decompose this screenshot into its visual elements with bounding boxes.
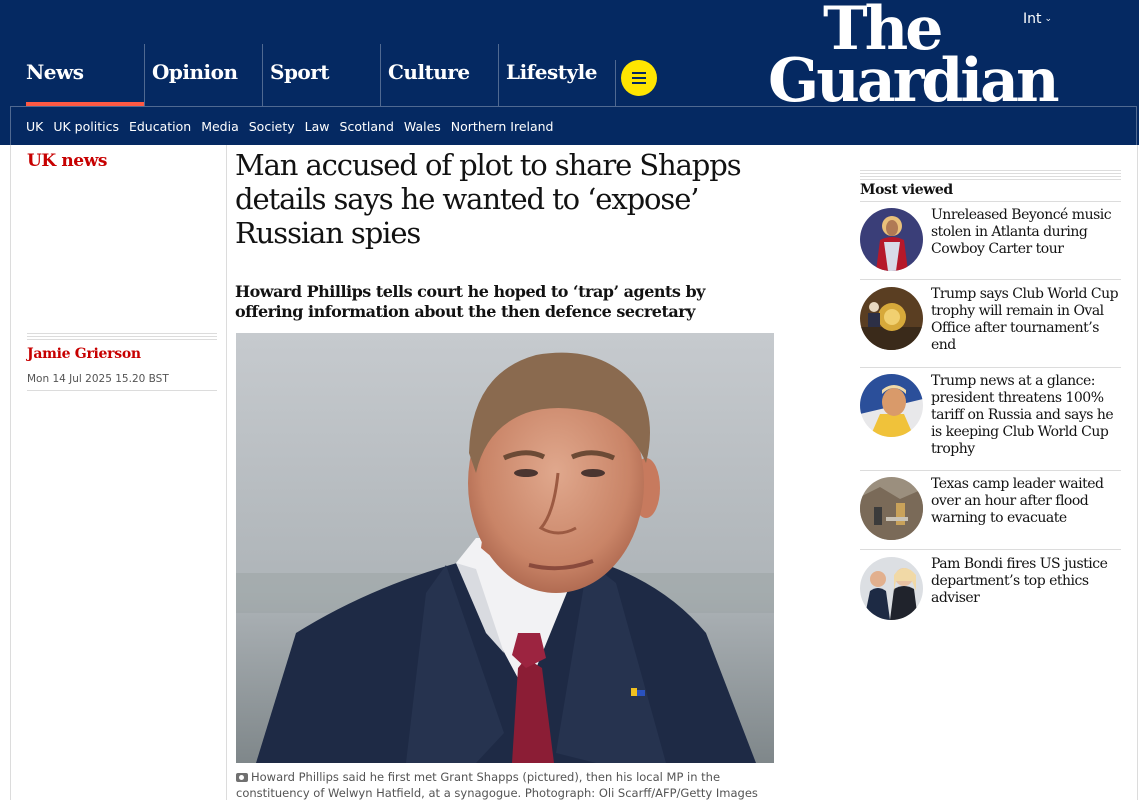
most-viewed-thumbnail <box>860 208 923 271</box>
most-viewed-thumbnail <box>860 557 923 620</box>
most-viewed-headline: Pam Bondi fires US justice department’s … <box>931 556 1108 606</box>
most-viewed-item[interactable]: Unreleased Beyoncé music stolen in Atlan… <box>860 207 1121 271</box>
subnav: UK UK politics Education Media Society L… <box>10 106 1137 145</box>
subnav-northern-ireland[interactable]: Northern Ireland <box>451 119 554 134</box>
most-viewed-title: Most viewed <box>860 182 953 198</box>
hamburger-menu-button[interactable] <box>621 60 657 96</box>
subnav-law[interactable]: Law <box>305 119 330 134</box>
pillar-lifestyle[interactable]: Lifestyle <box>498 44 616 106</box>
caption-text: Howard Phillips said he first met Grant … <box>236 770 758 800</box>
menu-divider <box>615 60 616 106</box>
most-viewed-headline: Unreleased Beyoncé music stolen in Atlan… <box>931 207 1112 257</box>
article-standfirst: Howard Phillips tells court he hoped to … <box>235 282 705 321</box>
most-viewed-item[interactable]: Trump says Club World Cup trophy will re… <box>860 286 1121 354</box>
meta-rule <box>27 336 217 337</box>
meta-rule <box>27 333 217 334</box>
camera-icon <box>236 773 248 782</box>
byline-author[interactable]: Jamie Grierson <box>27 346 141 362</box>
most-viewed-headline: Trump says Club World Cup trophy will re… <box>931 286 1119 353</box>
subnav-education[interactable]: Education <box>129 119 191 134</box>
most-viewed-thumbnail <box>860 287 923 350</box>
most-viewed-thumbnail <box>860 374 923 437</box>
frame-right-border <box>1137 145 1138 800</box>
pillar-culture[interactable]: Culture <box>380 44 498 106</box>
hero-image <box>236 333 774 763</box>
guardian-logo[interactable]: The Guardian <box>768 0 1060 116</box>
pillar-sport[interactable]: Sport <box>262 44 380 106</box>
most-viewed-separator <box>860 279 1121 280</box>
subnav-wales[interactable]: Wales <box>404 119 441 134</box>
frame-left-border <box>10 145 11 800</box>
most-viewed-separator <box>860 367 1121 368</box>
meta-column-border <box>226 145 227 800</box>
pillar-news[interactable]: News <box>10 44 144 106</box>
most-viewed-headline: Trump news at a glance: president threat… <box>931 373 1114 457</box>
subnav-uk[interactable]: UK <box>26 119 43 134</box>
most-viewed-title-rule <box>860 201 1121 202</box>
masthead: Int ⌄ The Guardian News Opinion Sport Cu… <box>0 0 1139 145</box>
hero-photo-grant-shapps <box>236 333 774 763</box>
subnav-society[interactable]: Society <box>249 119 295 134</box>
most-viewed-thumbnail <box>860 477 923 540</box>
subnav-uk-politics[interactable]: UK politics <box>53 119 119 134</box>
most-viewed-item[interactable]: Texas camp leader waited over an hour af… <box>860 476 1121 540</box>
most-viewed-headline: Texas camp leader waited over an hour af… <box>931 476 1104 526</box>
hamburger-icon-bar <box>632 82 646 84</box>
logo-line-2: Guardian <box>768 45 1060 116</box>
publish-date: Mon 14 Jul 2025 15.20 BST <box>27 373 169 385</box>
pillar-opinion[interactable]: Opinion <box>144 44 262 106</box>
hamburger-icon-bar <box>632 72 646 74</box>
pillar-nav: News Opinion Sport Culture Lifestyle <box>10 44 616 106</box>
most-viewed-item[interactable]: Trump news at a glance: president threat… <box>860 373 1121 458</box>
meta-rule <box>27 390 217 391</box>
hamburger-icon-bar <box>632 77 646 79</box>
subnav-scotland[interactable]: Scotland <box>340 119 394 134</box>
subnav-media[interactable]: Media <box>201 119 239 134</box>
most-viewed-rules <box>860 170 1121 180</box>
image-caption: Howard Phillips said he first met Grant … <box>236 769 776 800</box>
section-label[interactable]: UK news <box>27 151 108 171</box>
most-viewed-separator <box>860 549 1121 550</box>
most-viewed-separator <box>860 470 1121 471</box>
article-headline: Man accused of plot to share Shapps deta… <box>235 148 742 250</box>
meta-rule <box>27 339 217 340</box>
most-viewed-item[interactable]: Pam Bondi fires US justice department’s … <box>860 556 1121 620</box>
